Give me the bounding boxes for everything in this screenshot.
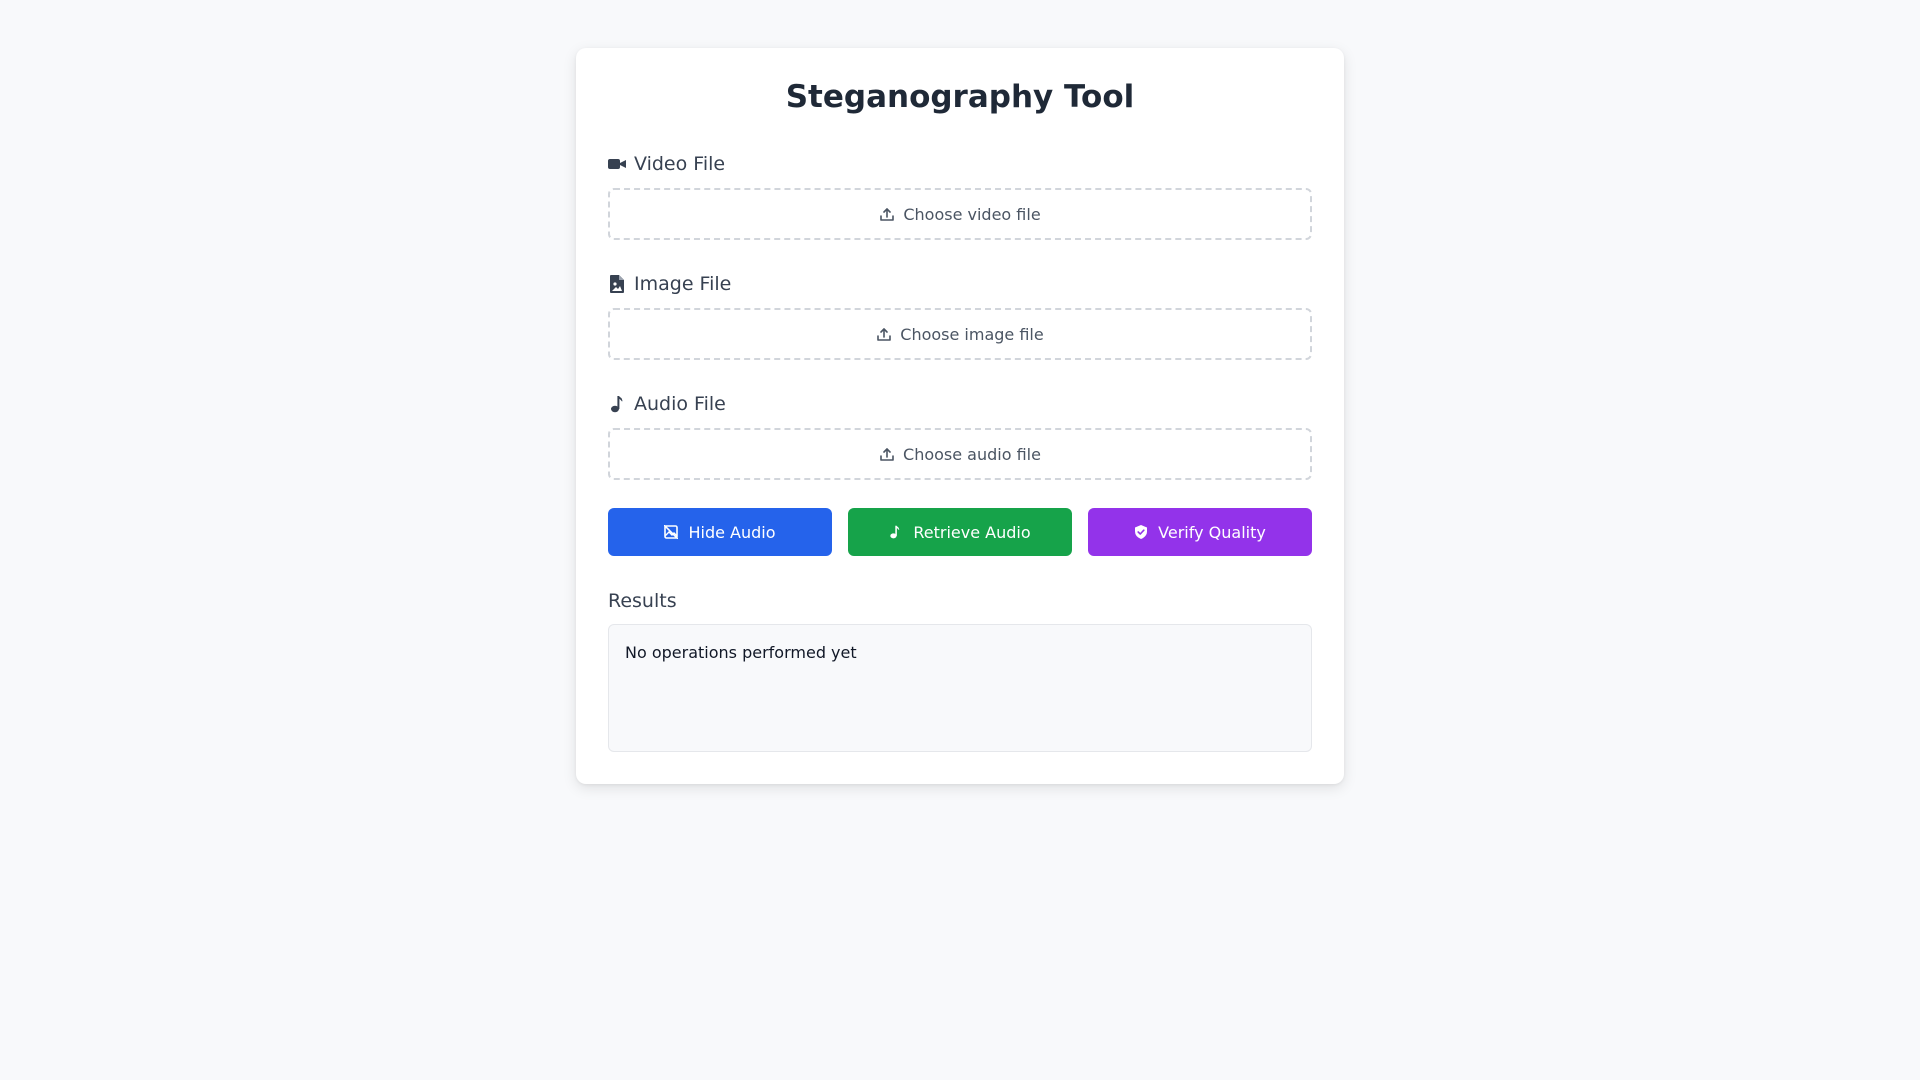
audio-file-dropzone[interactable]: Choose audio file [608, 428, 1312, 480]
results-output: No operations performed yet [608, 624, 1312, 752]
results-label: Results [608, 590, 677, 612]
image-file-section: Image File Choose image file [608, 272, 1312, 360]
image-file-label: Image File [608, 272, 1312, 296]
upload-icon [876, 326, 892, 342]
image-file-placeholder: Choose image file [900, 324, 1044, 344]
music-note-icon [889, 525, 903, 539]
audio-file-label: Audio File [608, 392, 1312, 416]
verify-quality-label: Verify Quality [1158, 522, 1266, 542]
results-text: No operations performed yet [625, 643, 857, 662]
video-file-label: Video File [608, 152, 1312, 176]
action-buttons: Hide Audio Retrieve Audio Verify Quality [608, 508, 1312, 556]
hide-audio-label: Hide Audio [688, 522, 776, 542]
video-file-dropzone[interactable]: Choose video file [608, 188, 1312, 240]
image-off-icon [664, 525, 679, 539]
audio-file-section: Audio File Choose audio file [608, 392, 1312, 480]
video-camera-icon [608, 155, 626, 173]
video-file-placeholder: Choose video file [903, 204, 1041, 224]
retrieve-audio-button[interactable]: Retrieve Audio [848, 508, 1072, 556]
image-file-label-text: Image File [634, 273, 732, 295]
image-file-dropzone[interactable]: Choose image file [608, 308, 1312, 360]
audio-file-placeholder: Choose audio file [903, 444, 1041, 464]
file-image-icon [608, 275, 626, 293]
upload-icon [879, 446, 895, 462]
audio-file-label-text: Audio File [634, 393, 726, 415]
page-title: Steganography Tool [785, 79, 1135, 115]
music-note-icon [608, 395, 626, 413]
shield-check-icon [1134, 525, 1148, 539]
video-file-label-text: Video File [634, 153, 726, 175]
video-file-section: Video File Choose video file [608, 152, 1312, 240]
steganography-card: Steganography Tool Video File Choose vid… [576, 48, 1344, 784]
upload-icon [879, 206, 895, 222]
retrieve-audio-label: Retrieve Audio [913, 522, 1031, 542]
verify-quality-button[interactable]: Verify Quality [1088, 508, 1312, 556]
hide-audio-button[interactable]: Hide Audio [608, 508, 832, 556]
